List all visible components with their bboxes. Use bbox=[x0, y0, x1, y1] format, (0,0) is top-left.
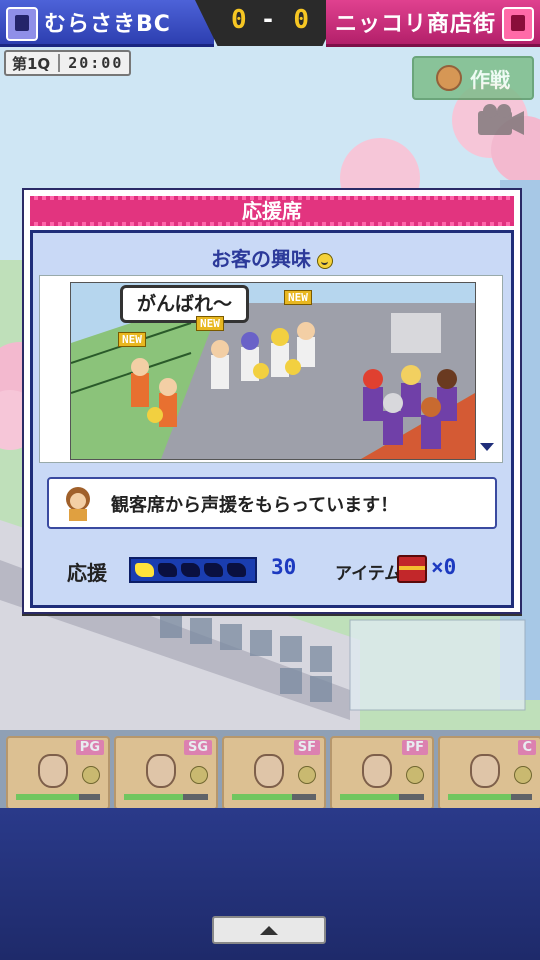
hand-icon bbox=[135, 563, 154, 577]
player-card[interactable]: SG bbox=[114, 736, 218, 810]
scroll-down-arrow-icon[interactable] bbox=[480, 443, 494, 451]
mood-face-icon bbox=[514, 766, 532, 784]
score-separator: - bbox=[263, 5, 273, 33]
speech-bubble: がんばれ〜 bbox=[120, 285, 250, 323]
away-team-banner: ニッコリ商店街 bbox=[326, 0, 540, 47]
camera-icon[interactable] bbox=[476, 103, 526, 137]
smiley-icon bbox=[317, 252, 333, 269]
position-tag: PG bbox=[75, 740, 104, 755]
player-card[interactable]: PG bbox=[6, 736, 110, 810]
mood-face-icon bbox=[298, 766, 316, 784]
cheer-scene-frame: がんばれ〜 NEW NEW NEW bbox=[39, 275, 503, 463]
stamina-bar bbox=[340, 794, 424, 800]
player-face-icon bbox=[254, 754, 284, 788]
home-team-name: むらさきBC bbox=[44, 12, 171, 37]
player-card[interactable]: C bbox=[438, 736, 540, 810]
girl-portrait-icon bbox=[66, 487, 90, 521]
section-title: お客の興味 bbox=[33, 243, 511, 272]
strategy-button[interactable]: 作戦 bbox=[412, 56, 534, 100]
item-label: アイテム bbox=[335, 564, 402, 584]
scoreboard: むらさきBC 0 - 0 ニッコリ商店街 bbox=[0, 0, 540, 47]
cheer-gauge bbox=[129, 557, 257, 583]
time-remaining: 20:00 bbox=[68, 54, 124, 72]
player-face-icon bbox=[470, 754, 500, 788]
message-box: 観客席から声援をもらっています！ bbox=[47, 477, 497, 529]
dialog-header: 応援席 bbox=[30, 196, 514, 226]
player-card[interactable]: PF bbox=[330, 736, 434, 810]
quarter-label: 第1Q bbox=[12, 54, 51, 73]
dialog-body: お客の興味 がんばれ〜 NEW NEW NEW 観客席から声援をもらっています！… bbox=[30, 230, 514, 608]
hand-icon bbox=[204, 563, 223, 577]
home-jersey-icon bbox=[6, 7, 38, 41]
mood-face-icon bbox=[406, 766, 424, 784]
message-text: 観客席から声援をもらっています！ bbox=[111, 495, 399, 516]
clock-divider bbox=[58, 54, 61, 72]
basketball-icon bbox=[436, 65, 462, 91]
audience-interest-label: お客の興味 bbox=[211, 247, 311, 271]
player-face-icon bbox=[146, 754, 176, 788]
stamina-bar bbox=[232, 794, 316, 800]
new-badge: NEW bbox=[118, 332, 146, 347]
hand-icon bbox=[158, 563, 177, 577]
new-badge: NEW bbox=[196, 316, 224, 331]
cheering-section-dialog: 応援席 お客の興味 がんばれ〜 NEW NEW NEW 観客席から声援をもらって… bbox=[22, 188, 522, 614]
away-team-name: ニッコリ商店街 bbox=[334, 12, 496, 37]
home-score: 0 bbox=[231, 5, 247, 35]
dialog-title: 応援席 bbox=[30, 200, 514, 222]
position-tag: PF bbox=[401, 740, 428, 755]
cheer-value: 30 bbox=[271, 555, 297, 579]
stamina-bar bbox=[16, 794, 100, 800]
player-face-icon bbox=[362, 754, 392, 788]
cheer-label: 応援 bbox=[67, 561, 107, 585]
hand-icon bbox=[181, 563, 200, 577]
hand-icon bbox=[227, 563, 246, 577]
away-jersey-icon bbox=[502, 7, 534, 41]
position-tag: C bbox=[518, 740, 536, 755]
up-arrow-icon bbox=[260, 925, 278, 935]
position-tag: SF bbox=[293, 740, 320, 755]
player-face-icon bbox=[38, 754, 68, 788]
new-badge: NEW bbox=[284, 290, 312, 305]
player-card[interactable]: SF bbox=[222, 736, 326, 810]
player-card-row: PG SG SF PF C bbox=[0, 736, 540, 810]
stamina-bar bbox=[124, 794, 208, 800]
away-score: 0 bbox=[293, 5, 309, 35]
treasure-chest-icon bbox=[397, 555, 427, 583]
item-count: ×0 bbox=[431, 555, 457, 579]
expand-panel-button[interactable] bbox=[212, 916, 326, 944]
position-tag: SG bbox=[183, 740, 212, 755]
mood-face-icon bbox=[82, 766, 100, 784]
mood-face-icon bbox=[190, 766, 208, 784]
game-clock: 第1Q 20:00 bbox=[4, 50, 132, 76]
strategy-button-label: 作戦 bbox=[470, 67, 510, 92]
stamina-bar bbox=[448, 794, 532, 800]
home-team-banner: むらさきBC bbox=[0, 0, 214, 47]
score-display: 0 - 0 bbox=[195, 0, 345, 46]
